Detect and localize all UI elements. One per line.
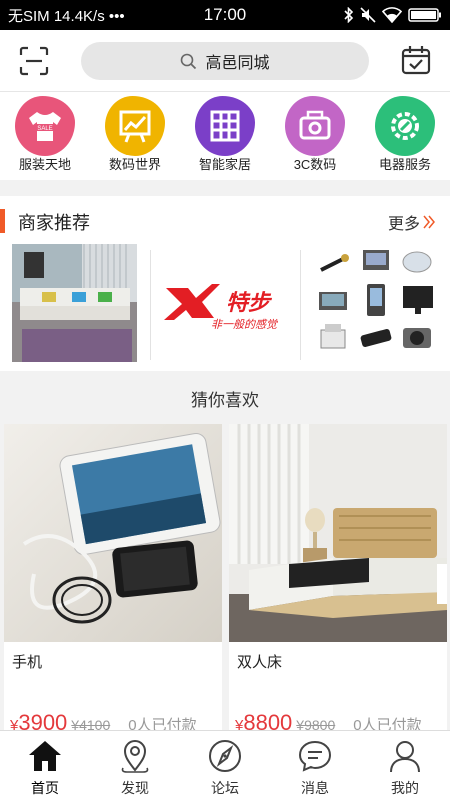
wrench-gear-icon	[375, 96, 435, 156]
xtep-slogan-text: 非一般的感觉	[211, 318, 278, 331]
mute-icon	[360, 7, 376, 23]
wifi-icon	[382, 7, 402, 23]
merchant-images: 特步 非一般的感觉	[0, 242, 450, 364]
merchant-electronics-image[interactable]	[315, 244, 440, 362]
more-label: 更多	[387, 216, 420, 233]
network-speed: 14.4K/s	[53, 7, 105, 25]
product-name: 双人床	[237, 654, 283, 671]
category-smart-home[interactable]: 智能家居	[180, 92, 270, 180]
merchant-furniture-image[interactable]	[12, 244, 137, 362]
camera-icon	[285, 96, 345, 156]
product-name: 手机	[12, 654, 43, 671]
home-icon	[29, 741, 61, 771]
search-text: 高邑同城	[205, 55, 270, 72]
search-icon	[181, 53, 197, 69]
product-image-bed	[229, 424, 447, 642]
tab-discover[interactable]: 发现	[90, 731, 180, 800]
double-chevron-right-icon	[423, 215, 435, 229]
xtep-logo[interactable]: 特步 非一般的感觉	[160, 244, 290, 362]
location-pin-icon	[121, 740, 149, 773]
building-icon	[195, 96, 255, 156]
compass-icon	[209, 740, 241, 772]
chat-bubble-icon	[298, 740, 332, 772]
tshirt-icon: SALE	[15, 96, 75, 156]
more-notifications: •••	[108, 7, 125, 25]
tab-profile[interactable]: 我的	[360, 731, 450, 800]
bottom-tab-bar: 首页 发现 论坛 消息 我的	[0, 730, 450, 800]
battery-icon	[408, 8, 441, 22]
category-label: 3C数码	[293, 157, 337, 172]
tab-label: 消息	[301, 780, 329, 796]
scan-icon[interactable]	[18, 45, 50, 77]
category-clothing[interactable]: SALE 服装天地	[0, 92, 90, 180]
tab-label: 我的	[391, 780, 419, 796]
product-image-phone	[4, 424, 222, 642]
search-bar[interactable]: 高邑同城	[81, 42, 369, 80]
xtep-brand-text: 特步	[226, 290, 273, 315]
tab-messages[interactable]: 消息	[270, 731, 360, 800]
tab-forum[interactable]: 论坛	[180, 731, 270, 800]
tab-home[interactable]: 首页	[0, 731, 90, 800]
guess-section-title: 猜你喜欢	[191, 391, 259, 410]
product-card-phone[interactable]: 手机 ¥3900 ¥4100 0人已付款	[4, 424, 222, 744]
category-appliance-service[interactable]: 电器服务	[360, 92, 450, 180]
tab-label: 首页	[31, 780, 59, 796]
category-label: 数码世界	[108, 157, 161, 172]
tab-label: 发现	[121, 780, 149, 796]
top-header: 高邑同城	[0, 30, 450, 92]
bluetooth-icon	[344, 7, 354, 23]
user-icon	[390, 741, 420, 773]
calendar-check-icon[interactable]	[400, 44, 432, 76]
status-bar: 无SIM 14.4K/s ••• 17:00	[0, 0, 450, 30]
category-label: 服装天地	[18, 157, 71, 172]
category-digital[interactable]: 数码世界	[90, 92, 180, 180]
merchant-title: 商家推荐	[18, 213, 90, 233]
category-label: 电器服务	[378, 157, 431, 172]
merchant-section: 商家推荐 更多 特步 非一般的感觉	[0, 196, 450, 371]
status-right	[344, 7, 442, 23]
category-label: 智能家居	[198, 157, 251, 172]
sale-badge-text: SALE	[37, 126, 52, 132]
status-left: 无SIM 14.4K/s •••	[8, 5, 344, 26]
section-accent-bar	[0, 209, 5, 233]
category-3c[interactable]: 3C数码	[270, 92, 360, 180]
image-divider	[300, 250, 301, 360]
product-card-bed[interactable]: 双人床 ¥8800 ¥9800 0人已付款	[229, 424, 447, 744]
image-divider	[150, 250, 151, 360]
tab-label: 论坛	[211, 780, 239, 796]
more-link[interactable]: 更多	[388, 210, 436, 234]
carrier-text: 无SIM	[8, 7, 50, 25]
chart-board-icon	[105, 96, 165, 156]
category-strip: SALE 服装天地 数码世界 智能家居 3C数码 电器服务	[0, 92, 450, 180]
